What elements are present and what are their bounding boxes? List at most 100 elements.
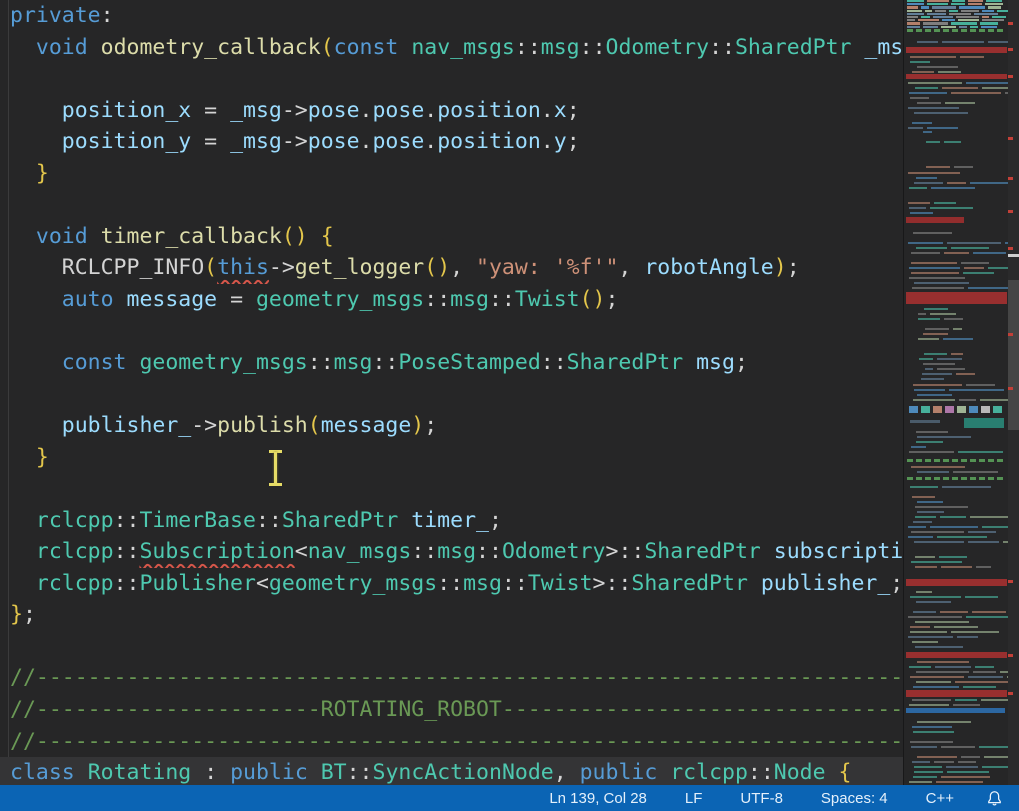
scrollbar-thumb[interactable] [1008, 280, 1019, 430]
code-token: . [360, 98, 373, 123]
minimap-line [913, 232, 952, 234]
minimap-line [933, 16, 952, 18]
overview-ruler-error-mark [1008, 333, 1013, 336]
code-token: -> [282, 98, 308, 123]
overview-ruler-error-mark [1008, 137, 1013, 140]
minimap-line [911, 746, 937, 748]
code-line[interactable]: void timer_callback() { [0, 221, 903, 253]
code-line[interactable]: }; [0, 599, 903, 631]
code-line[interactable] [0, 631, 903, 663]
minimap-line [908, 526, 926, 528]
code-line[interactable]: rclcpp::Subscription<nav_msgs::msg::Odom… [0, 536, 903, 568]
status-item-indentation[interactable]: Spaces: 4 [821, 790, 888, 807]
minimap-line [970, 29, 976, 32]
code-token: "yaw: '%f'" [476, 255, 618, 280]
minimap-line [916, 29, 922, 32]
code-line[interactable] [0, 473, 903, 505]
minimap-line [921, 6, 930, 8]
scrollbar-track[interactable] [1008, 0, 1019, 785]
code-token: robotAngle [644, 255, 773, 280]
minimap-line [913, 521, 932, 523]
minimap-line [910, 97, 929, 99]
code-token: message [127, 287, 218, 312]
minimap-line [909, 92, 947, 94]
code-line[interactable]: void odometry_callback(const nav_msgs::m… [0, 32, 903, 64]
code-line[interactable]: } [0, 158, 903, 190]
minimap-line [954, 166, 972, 168]
code-line[interactable]: rclcpp::Publisher<geometry_msgs::msg::Tw… [0, 568, 903, 600]
code-token: geometry_msgs [269, 571, 437, 596]
minimap-line [908, 616, 962, 618]
code-token: :: [114, 571, 140, 596]
code-line[interactable]: auto message = geometry_msgs::msg::Twist… [0, 284, 903, 316]
minimap-line [912, 699, 951, 701]
code-line[interactable] [0, 63, 903, 95]
code-line[interactable]: position_y = _msg->pose.pose.position.y; [0, 126, 903, 158]
minimap[interactable] [903, 0, 1008, 785]
minimap-line [925, 368, 933, 370]
minimap-line [909, 277, 965, 279]
minimap-line [947, 182, 966, 184]
code-token: ( [321, 35, 334, 60]
code-line[interactable]: publisher_->publish(message); [0, 410, 903, 442]
code-token: Twist [528, 571, 593, 596]
status-item-cursor-position[interactable]: Ln 139, Col 28 [549, 790, 647, 807]
minimap-line [908, 127, 923, 129]
code-token: PoseStamped [398, 350, 540, 375]
code-token [10, 224, 36, 249]
code-line[interactable]: private: [0, 0, 903, 32]
minimap-line [953, 328, 962, 330]
code-token: public [580, 760, 658, 785]
code-line[interactable]: //--------------------------------------… [0, 662, 903, 694]
minimap-line [924, 308, 948, 310]
minimap-line [963, 686, 996, 688]
minimap-line [908, 82, 962, 84]
minimap-line [945, 406, 954, 413]
code-token [308, 224, 321, 249]
code-line[interactable] [0, 379, 903, 411]
code-token: pose [372, 129, 424, 154]
minimap-line [906, 708, 1005, 713]
minimap-line [911, 466, 965, 468]
code-line[interactable]: } [0, 442, 903, 474]
code-line[interactable]: //----------------------ROTATING_ROBOT--… [0, 694, 903, 726]
minimap-line [912, 122, 932, 124]
code-token: . [424, 98, 437, 123]
code-token: void [36, 35, 88, 60]
minimap-line [970, 182, 1008, 184]
minimap-line [937, 536, 987, 538]
code-line[interactable]: position_x = _msg->pose.pose.position.x; [0, 95, 903, 127]
code-line[interactable] [0, 315, 903, 347]
code-token: >:: [606, 539, 645, 564]
status-item-language-mode[interactable]: C++ [926, 790, 954, 807]
code-token: :: [256, 508, 282, 533]
code-line[interactable]: RCLCPP_INFO(this->get_logger(), "yaw: '%… [0, 252, 903, 284]
code-token: auto [62, 287, 114, 312]
code-line[interactable]: class Rotating : public BT::SyncActionNo… [0, 757, 903, 785]
code-line[interactable]: const geometry_msgs::msg::PoseStamped::S… [0, 347, 903, 379]
minimap-line [942, 87, 978, 89]
minimap-line [916, 441, 943, 443]
code-token: . [541, 129, 554, 154]
notifications-bell-icon[interactable] [986, 790, 1003, 807]
code-token: < [295, 539, 308, 564]
status-item-eol-sequence[interactable]: LF [685, 790, 703, 807]
minimap-line [916, 601, 951, 603]
minimap-line [907, 10, 922, 12]
minimap-line [980, 22, 998, 24]
code-token: = [217, 287, 256, 312]
minimap-line [951, 247, 990, 249]
minimap-line [912, 641, 938, 643]
minimap-line [915, 506, 968, 508]
minimap-line [937, 368, 965, 370]
minimap-line [916, 431, 948, 433]
code-line[interactable]: rclcpp::TimerBase::SharedPtr timer_; [0, 505, 903, 537]
minimap-line [909, 406, 918, 413]
editor-code-area[interactable]: private: void odometry_callback(const na… [0, 0, 903, 785]
token-with-error-squiggle: this [217, 255, 269, 280]
code-line[interactable] [0, 189, 903, 221]
code-line[interactable]: //--------------------------------------… [0, 726, 903, 758]
minimap-line [982, 16, 989, 18]
status-item-encoding[interactable]: UTF-8 [740, 790, 783, 807]
minimap-line [982, 526, 1008, 528]
